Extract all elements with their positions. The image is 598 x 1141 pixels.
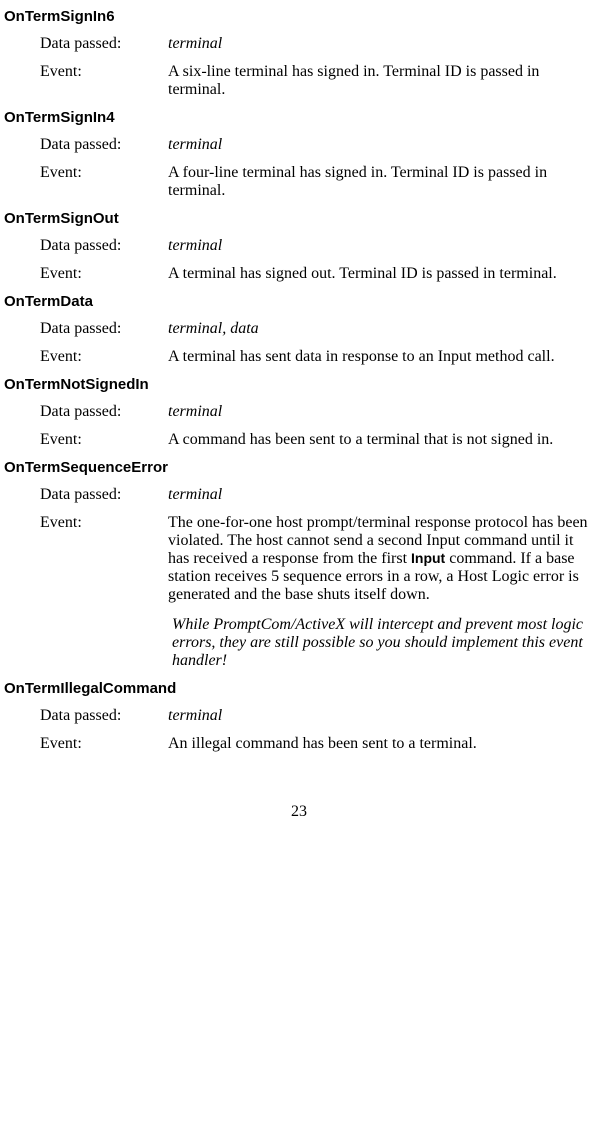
field-value: terminal [168, 403, 594, 421]
field-label: Data passed: [40, 403, 168, 421]
field-value: terminal [168, 35, 594, 53]
field-label: Data passed: [40, 35, 168, 53]
section-title: OnTermNotSignedIn [4, 376, 594, 393]
field-row: Data passed: terminal [40, 136, 594, 154]
section-title: OnTermSequenceError [4, 459, 594, 476]
field-value: terminal [168, 707, 594, 725]
field-row: Data passed: terminal [40, 35, 594, 53]
field-row: Event: A four-line terminal has signed i… [40, 164, 594, 200]
field-value: terminal, data [168, 320, 594, 338]
field-label: Data passed: [40, 237, 168, 255]
field-value: terminal [168, 486, 594, 504]
field-value: A command has been sent to a terminal th… [168, 431, 594, 449]
field-value: A six-line terminal has signed in. Termi… [168, 63, 594, 99]
field-row: Data passed: terminal [40, 707, 594, 725]
field-row: Event: An illegal command has been sent … [40, 735, 594, 753]
field-label: Event: [40, 348, 168, 366]
section-title: OnTermIllegalCommand [4, 680, 594, 697]
field-row: Data passed: terminal, data [40, 320, 594, 338]
field-value: An illegal command has been sent to a te… [168, 735, 594, 753]
field-row: Event: A command has been sent to a term… [40, 431, 594, 449]
field-value: terminal [168, 136, 594, 154]
field-label: Event: [40, 265, 168, 283]
field-value: A terminal has signed out. Terminal ID i… [168, 265, 594, 283]
section-title: OnTermSignOut [4, 210, 594, 227]
field-value: The one-for-one host prompt/terminal res… [168, 514, 594, 604]
field-label: Data passed: [40, 486, 168, 504]
field-row: Event: A six-line terminal has signed in… [40, 63, 594, 99]
field-label: Event: [40, 164, 168, 182]
field-label: Data passed: [40, 136, 168, 154]
field-value: A four-line terminal has signed in. Term… [168, 164, 594, 200]
field-label: Data passed: [40, 320, 168, 338]
section-title: OnTermSignIn6 [4, 8, 594, 25]
field-label: Event: [40, 514, 168, 532]
field-row: Data passed: terminal [40, 486, 594, 504]
field-label: Event: [40, 63, 168, 81]
document-content: OnTermSignIn6 Data passed: terminal Even… [4, 8, 594, 821]
field-row: Event: A terminal has signed out. Termin… [40, 265, 594, 283]
page-number: 23 [4, 803, 594, 821]
note-text: While PromptCom/ActiveX will intercept a… [172, 616, 594, 670]
section-title: OnTermSignIn4 [4, 109, 594, 126]
field-row: Event: A terminal has sent data in respo… [40, 348, 594, 366]
field-row: Data passed: terminal [40, 403, 594, 421]
field-label: Data passed: [40, 707, 168, 725]
bold-word: Input [411, 550, 445, 566]
field-label: Event: [40, 735, 168, 753]
field-row: Event: The one-for-one host prompt/termi… [40, 514, 594, 604]
field-value: A terminal has sent data in response to … [168, 348, 594, 366]
field-row: Data passed: terminal [40, 237, 594, 255]
field-value: terminal [168, 237, 594, 255]
field-label: Event: [40, 431, 168, 449]
section-title: OnTermData [4, 293, 594, 310]
